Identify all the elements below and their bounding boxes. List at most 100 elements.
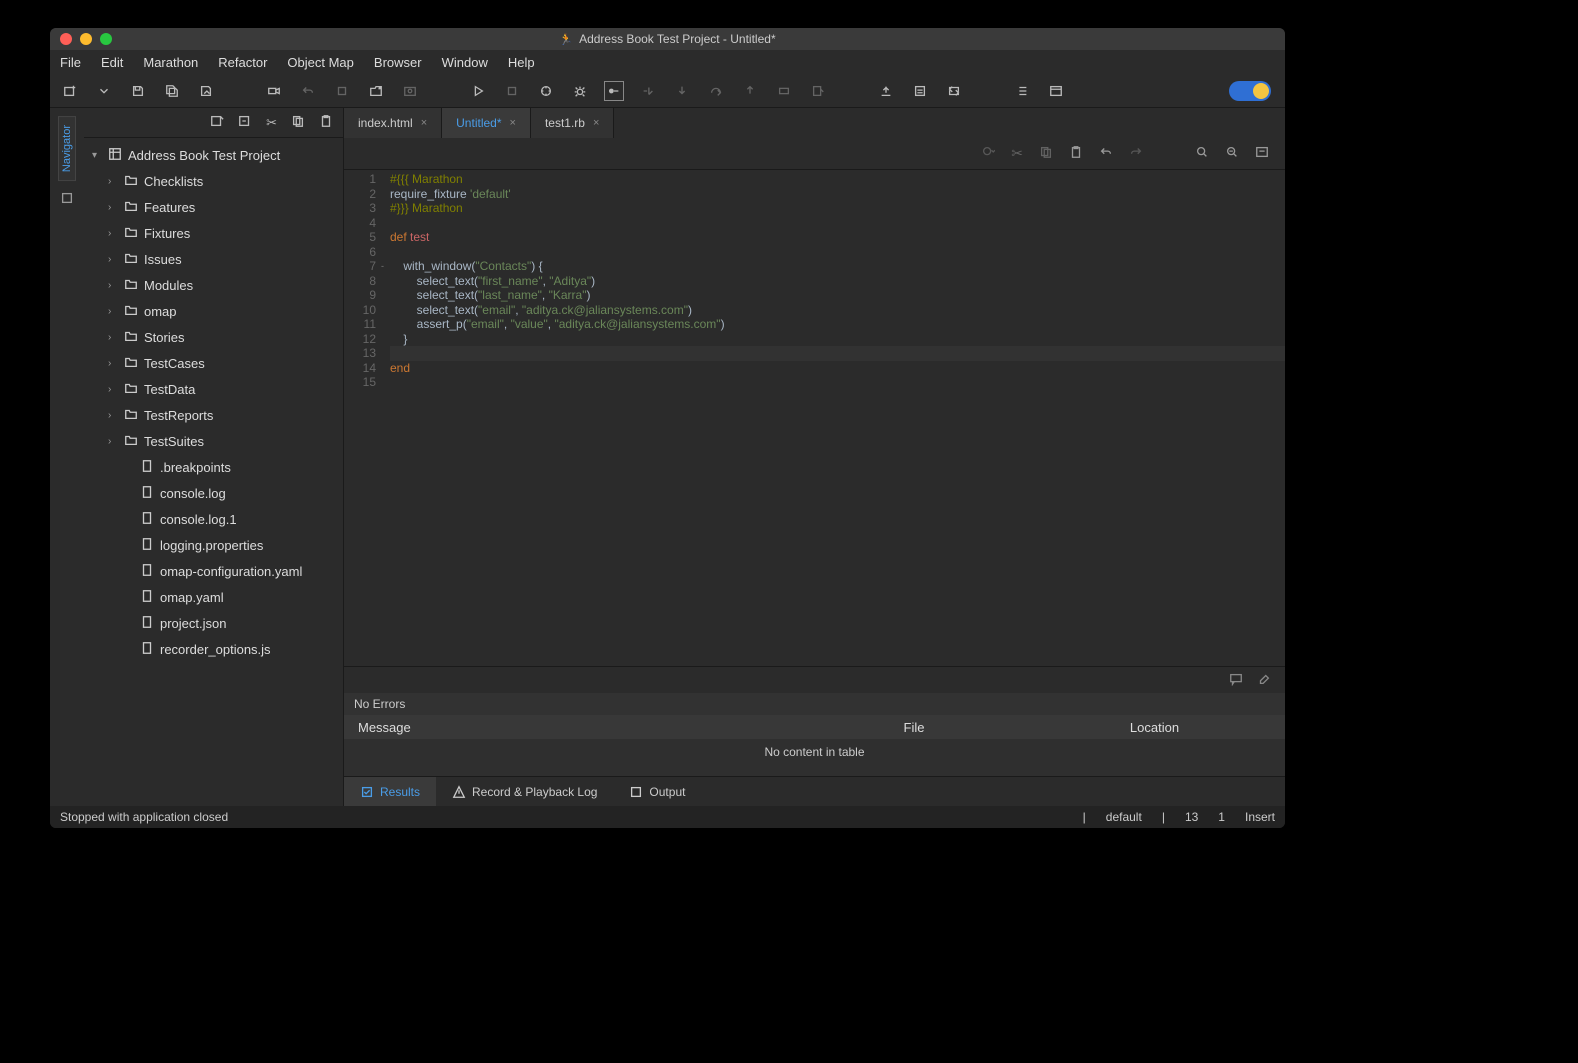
app-icon: 🏃 (559, 33, 573, 46)
menu-browser[interactable]: Browser (374, 55, 422, 70)
menu-objectmap[interactable]: Object Map (287, 55, 353, 70)
window-icon[interactable] (1046, 81, 1066, 101)
tab-output[interactable]: Output (613, 777, 701, 806)
comment-icon[interactable] (1229, 672, 1243, 689)
copy-icon[interactable] (291, 114, 305, 131)
menu-refactor[interactable]: Refactor (218, 55, 267, 70)
tree-folder[interactable]: ›TestReports (84, 402, 343, 428)
editor-toolbar: ✂ (344, 138, 1285, 170)
tree-file[interactable]: logging.properties (84, 532, 343, 558)
tree-folder[interactable]: ›Fixtures (84, 220, 343, 246)
code-editor[interactable]: 123456789101112131415 #{{{ Marathonrequi… (344, 170, 1285, 666)
zoom-icon[interactable] (1225, 145, 1239, 162)
tree-file[interactable]: console.log (84, 480, 343, 506)
editor-tab[interactable]: index.html× (344, 108, 442, 138)
tree-folder[interactable]: ›Issues (84, 246, 343, 272)
theme-toggle[interactable] (1229, 81, 1271, 101)
traffic-lights (50, 33, 112, 45)
menu-file[interactable]: File (60, 55, 81, 70)
navigator-tab[interactable]: Navigator (58, 116, 76, 181)
play-slow-icon[interactable] (502, 81, 522, 101)
tree-file[interactable]: omap-configuration.yaml (84, 558, 343, 584)
expand-icon[interactable] (210, 114, 224, 131)
minimize-window-icon[interactable] (80, 33, 92, 45)
tree-file[interactable]: .breakpoints (84, 454, 343, 480)
close-window-icon[interactable] (60, 33, 72, 45)
undo-icon[interactable] (298, 81, 318, 101)
bug-icon[interactable] (570, 81, 590, 101)
menu-edit[interactable]: Edit (101, 55, 123, 70)
tab-results[interactable]: Results (344, 777, 436, 806)
code[interactable]: #{{{ Marathonrequire_fixture 'default'#}… (384, 170, 1285, 666)
new-project-icon[interactable] (60, 81, 80, 101)
tree-folder[interactable]: ›Checklists (84, 168, 343, 194)
resume-icon[interactable] (774, 81, 794, 101)
step-over-icon[interactable] (638, 81, 658, 101)
tree-folder[interactable]: ›Features (84, 194, 343, 220)
collapse-icon[interactable] (238, 114, 252, 131)
rail-icon[interactable] (60, 191, 74, 210)
save-all-icon[interactable] (162, 81, 182, 101)
app-window: 🏃 Address Book Test Project - Untitled* … (50, 28, 1285, 828)
settings-icon[interactable] (1255, 145, 1269, 162)
editor-tab[interactable]: test1.rb× (531, 108, 614, 138)
tree-file[interactable]: omap.yaml (84, 584, 343, 610)
body: Navigator ✂ ▾Address Book Test Project›C… (50, 108, 1285, 806)
tab-log-label: Record & Playback Log (472, 785, 597, 799)
tree-folder[interactable]: ›TestSuites (84, 428, 343, 454)
menu-window[interactable]: Window (442, 55, 488, 70)
tab-log[interactable]: Record & Playback Log (436, 777, 613, 806)
loop-icon[interactable] (944, 81, 964, 101)
tree-file[interactable]: recorder_options.js (84, 636, 343, 662)
breakpoint-icon[interactable] (604, 81, 624, 101)
tree-file[interactable]: project.json (84, 610, 343, 636)
stop-icon[interactable] (332, 81, 352, 101)
tree-folder[interactable]: ›TestData (84, 376, 343, 402)
tree-folder[interactable]: ›omap (84, 298, 343, 324)
save-icon[interactable] (128, 81, 148, 101)
empty-table-text: No content in table (764, 745, 864, 759)
export-icon[interactable] (876, 81, 896, 101)
search-dropdown-icon[interactable] (981, 145, 995, 162)
window-title-text: Address Book Test Project - Untitled* (579, 32, 776, 46)
step-out-icon[interactable] (740, 81, 760, 101)
tree-file[interactable]: console.log.1 (84, 506, 343, 532)
statusbar: Stopped with application closed | defaul… (50, 806, 1285, 828)
close-icon[interactable]: × (593, 117, 599, 129)
extract-icon[interactable] (808, 81, 828, 101)
tree-project[interactable]: ▾Address Book Test Project (84, 142, 343, 168)
paste-icon[interactable] (319, 114, 333, 131)
list-icon[interactable] (1012, 81, 1032, 101)
record-icon[interactable] (264, 81, 284, 101)
save-as-icon[interactable] (196, 81, 216, 101)
editor-area: index.html×Untitled*×test1.rb× ✂ 1234567… (344, 108, 1285, 806)
dropdown-icon[interactable] (94, 81, 114, 101)
close-icon[interactable]: × (421, 117, 427, 129)
gutter: 123456789101112131415 (344, 170, 384, 666)
menu-help[interactable]: Help (508, 55, 535, 70)
step-into-icon[interactable] (672, 81, 692, 101)
find-icon[interactable] (1195, 145, 1209, 162)
editor-tab[interactable]: Untitled*× (442, 108, 531, 138)
play-icon[interactable] (468, 81, 488, 101)
erase-icon[interactable] (1257, 672, 1271, 689)
tree-folder[interactable]: ›TestCases (84, 350, 343, 376)
step-return-icon[interactable] (706, 81, 726, 101)
tree-folder[interactable]: ›Modules (84, 272, 343, 298)
copy-editor-icon[interactable] (1039, 145, 1053, 162)
redo-editor-icon[interactable] (1129, 145, 1143, 162)
tree-folder[interactable]: ›Stories (84, 324, 343, 350)
cut-icon[interactable]: ✂ (266, 115, 277, 131)
undo-editor-icon[interactable] (1099, 145, 1113, 162)
screenshot-icon[interactable] (400, 81, 420, 101)
status-sep2: | (1162, 810, 1165, 824)
menu-marathon[interactable]: Marathon (143, 55, 198, 70)
maximize-window-icon[interactable] (100, 33, 112, 45)
cut-editor-icon[interactable]: ✂ (1011, 145, 1023, 162)
report-icon[interactable] (910, 81, 930, 101)
status-mode: Insert (1245, 810, 1275, 824)
paste-editor-icon[interactable] (1069, 145, 1083, 162)
close-icon[interactable]: × (510, 117, 516, 129)
debug-icon[interactable] (536, 81, 556, 101)
open-icon[interactable] (366, 81, 386, 101)
